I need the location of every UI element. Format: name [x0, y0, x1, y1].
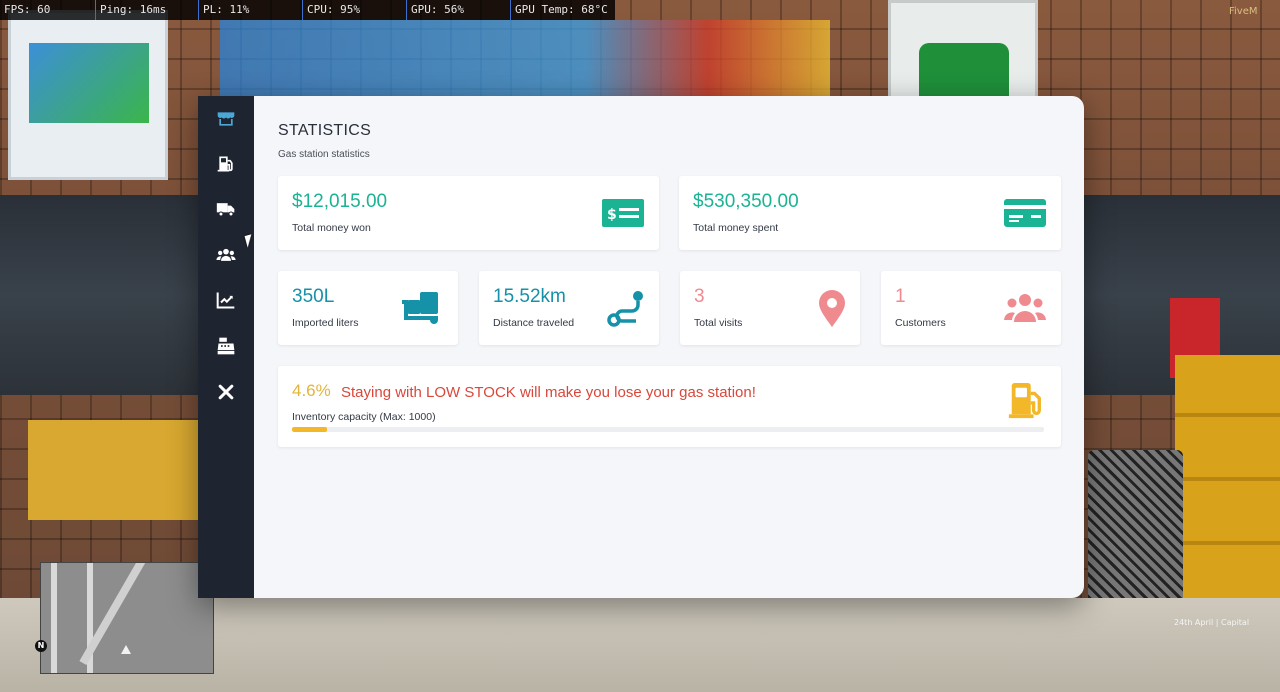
truck-icon [216, 203, 235, 217]
performance-overlay: FPS: 60 Ping: 16ms PL: 11% CPU: 95% GPU:… [0, 0, 615, 20]
users-icon [216, 248, 236, 261]
north-marker: N [35, 640, 47, 652]
minimap [40, 562, 214, 674]
close-icon [218, 384, 234, 400]
distance-value: 15.52km [493, 286, 566, 307]
stat-card-money-spent: $530,350.00 Total money spent [679, 176, 1061, 250]
player-arrow-icon [121, 645, 131, 654]
imported-liters-label: Imported liters [292, 317, 359, 329]
close-button[interactable] [198, 372, 254, 412]
inventory-card: 4.6% Staying with LOW STOCK will make yo… [278, 366, 1061, 447]
customers-value: 1 [895, 286, 906, 307]
inventory-capacity-label: Inventory capacity (Max: 1000) [292, 411, 436, 423]
imported-liters-value: 350L [292, 286, 335, 307]
cash-register-icon [217, 337, 235, 355]
snack-poster [8, 10, 168, 180]
stat-card-customers: 1 Customers [881, 271, 1061, 345]
chart-line-icon [216, 292, 235, 309]
dolly-icon [399, 288, 445, 328]
nav-item-cash-register[interactable] [198, 326, 254, 366]
users-group-icon [1002, 288, 1048, 328]
inventory-progress-bar [292, 427, 1044, 432]
crates [1175, 355, 1280, 605]
money-spent-label: Total money spent [693, 222, 779, 234]
nav-item-fuel[interactable] [198, 144, 254, 184]
stat-card-money-won: $12,015.00 Total money won $ [278, 176, 659, 250]
ping-readout: Ping: 16ms [96, 0, 199, 20]
gpu-temp-readout: GPU Temp: 68°C [515, 3, 608, 16]
gas-pump-icon [1006, 381, 1046, 421]
stat-card-visits: 3 Total visits [680, 271, 860, 345]
sidebar [198, 96, 254, 598]
store-icon [217, 112, 235, 126]
money-won-value: $12,015.00 [292, 191, 388, 212]
page-title: STATISTICS [278, 122, 372, 139]
statistics-panel: STATISTICS Gas station statistics $12,01… [254, 96, 1084, 598]
visits-label: Total visits [694, 317, 743, 329]
nav-item-store[interactable] [198, 99, 254, 139]
fuel-pump-icon [217, 156, 233, 172]
map-marker-icon [809, 289, 855, 329]
money-spent-value: $530,350.00 [693, 191, 799, 212]
hud-location: 24th April | Capital [1174, 618, 1250, 627]
packet-loss-readout: PL: 11% [199, 0, 303, 20]
money-bill-icon: $ [600, 193, 646, 233]
page-subtitle: Gas station statistics [278, 149, 370, 160]
customers-label: Customers [895, 317, 946, 329]
money-won-label: Total money won [292, 222, 371, 234]
inventory-progress-fill [292, 427, 327, 432]
stat-card-imported-liters: 350L Imported liters [278, 271, 458, 345]
fps-readout: FPS: 60 [0, 0, 96, 20]
stat-card-distance: 15.52km Distance traveled [479, 271, 659, 345]
newspaper-box [28, 420, 198, 520]
inventory-percent: 4.6% [292, 381, 331, 400]
trash-bin [1088, 450, 1183, 610]
visits-value: 3 [694, 286, 705, 307]
gpu-readout: GPU: 56% [407, 0, 511, 20]
cpu-readout: CPU: 95% [303, 0, 407, 20]
distance-label: Distance traveled [493, 317, 575, 329]
low-stock-warning: Staying with LOW STOCK will make you los… [341, 384, 756, 401]
svg-text:$: $ [607, 207, 617, 223]
credit-card-icon [1002, 193, 1048, 233]
nav-item-statistics[interactable] [198, 280, 254, 320]
gas-station-tablet: STATISTICS Gas station statistics $12,01… [198, 96, 1084, 598]
route-icon [603, 289, 649, 329]
fivem-watermark: FiveM [1229, 6, 1258, 17]
nav-item-trucks[interactable] [198, 189, 254, 229]
store-sign [220, 20, 830, 100]
